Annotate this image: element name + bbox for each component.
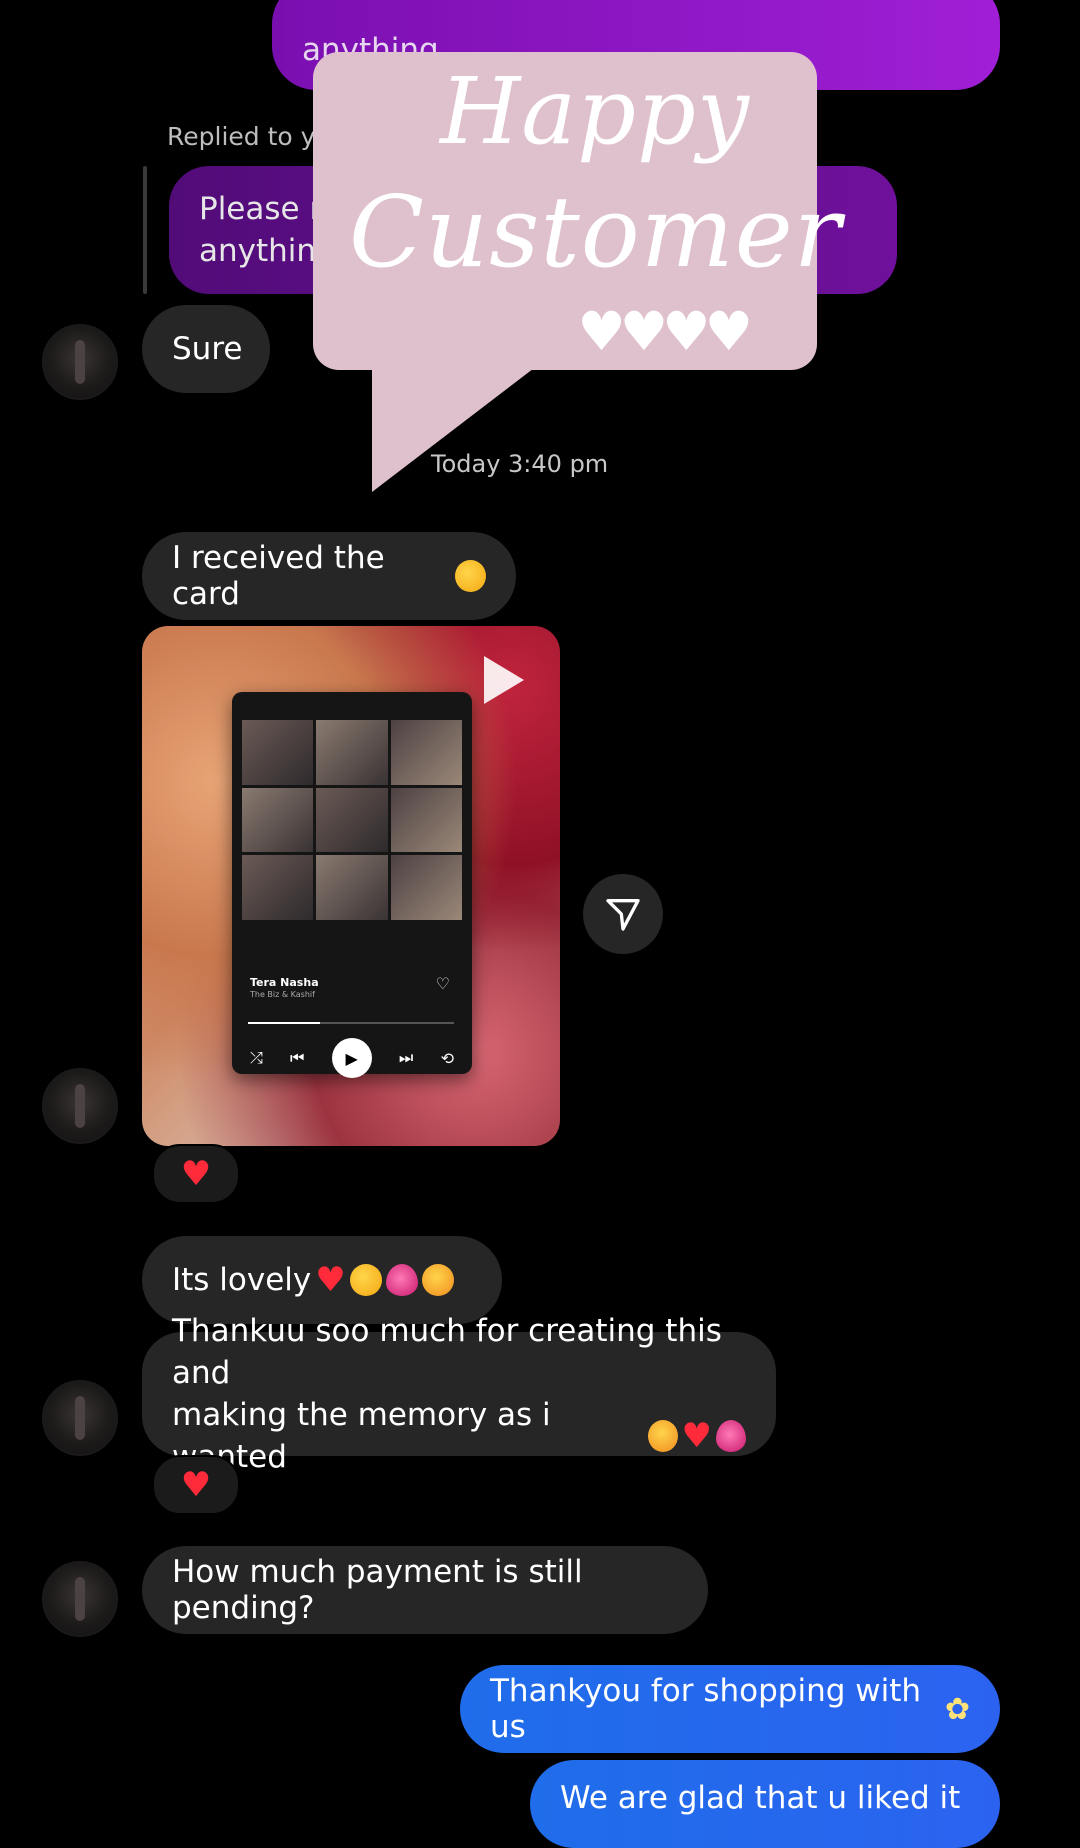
replied-to-label: Replied to yo <box>167 122 331 151</box>
smiling-hearts-emoji-icon <box>421 1264 454 1296</box>
received-message-payment[interactable]: How much payment is still pending? <box>142 1546 708 1634</box>
hugging-emoji-icon <box>349 1264 382 1296</box>
sent-message-glad-text: We are glad that u liked it <box>560 1780 961 1816</box>
heart-outline-icon: ♡ <box>435 974 450 993</box>
received-message-sure[interactable]: Sure <box>142 305 270 393</box>
song-title: Tera Nasha <box>250 976 319 989</box>
received-message-card-text: I received the card <box>172 540 385 612</box>
paper-plane-icon <box>606 899 640 931</box>
song-progress-bar <box>248 1022 454 1024</box>
heart-reaction[interactable]: ♥ <box>152 1455 240 1515</box>
reply-quote-bar <box>143 166 147 294</box>
received-message-lovely-text: Its lovely <box>172 1262 312 1298</box>
next-icon: ⏭ <box>398 1048 414 1067</box>
sent-message-thanks-shopping[interactable]: Thankyou for shopping with us ✿ <box>460 1665 1000 1753</box>
heart-reaction-icon: ♥ <box>180 1154 212 1194</box>
video-message[interactable]: Tera Nasha The Biz & Kashif ♡ ⤮ ⏮ ▶ ⏭ ⟲ <box>142 626 560 1146</box>
heart-reaction-icon: ♥ <box>180 1465 212 1505</box>
avatar[interactable] <box>42 1380 118 1456</box>
avatar[interactable] <box>42 324 118 400</box>
sticker-hearts: ♥♥♥♥ <box>577 300 753 363</box>
received-message-payment-text: How much payment is still pending? <box>172 1554 583 1626</box>
player-controls: ⤮ ⏮ ▶ ⏭ ⟲ <box>250 1038 454 1078</box>
flower-emoji-icon: ✿ <box>944 1691 970 1727</box>
sent-message-glad[interactable]: We are glad that u liked it <box>530 1760 1000 1848</box>
avatar[interactable] <box>42 1561 118 1637</box>
red-heart-emoji-icon: ♥ <box>315 1260 346 1300</box>
previous-icon: ⏮ <box>290 1048 305 1067</box>
happy-customer-sticker: Happy Customer ♥♥♥♥ <box>313 52 841 370</box>
two-hearts-emoji-icon <box>716 1420 746 1452</box>
photo-collage <box>242 720 462 920</box>
thanks-line2: making the memory as i wanted <box>172 1397 551 1475</box>
thanks-line1: Thankuu soo much for creating this and <box>172 1313 722 1391</box>
hugging-emoji-icon <box>455 560 486 592</box>
timestamp: Today 3:40 pm <box>431 450 609 478</box>
song-artist: The Biz & Kashif <box>250 990 315 999</box>
two-hearts-emoji-icon <box>385 1264 418 1296</box>
music-card: Tera Nasha The Biz & Kashif ♡ ⤮ ⏮ ▶ ⏭ ⟲ <box>232 692 472 1078</box>
received-message-thanks[interactable]: Thankuu soo much for creating this and m… <box>142 1313 776 1475</box>
sticker-line-happy: Happy <box>440 58 750 165</box>
shuffle-icon: ⤮ <box>250 1048 263 1067</box>
repeat-icon: ⟲ <box>440 1048 454 1068</box>
red-heart-emoji-icon: ♥ <box>681 1416 713 1456</box>
received-message-card[interactable]: I received the card <box>142 532 516 620</box>
play-icon[interactable] <box>484 656 524 704</box>
received-message-sure-text: Sure <box>172 331 243 367</box>
play-button-icon: ▶ <box>331 1038 372 1078</box>
avatar[interactable] <box>42 1068 118 1144</box>
heart-reaction[interactable]: ♥ <box>152 1144 240 1204</box>
sent-message-thanks-shopping-text: Thankyou for shopping with us <box>490 1673 922 1745</box>
sticker-line-customer: Customer <box>349 176 842 290</box>
share-button[interactable] <box>583 874 663 954</box>
smiling-hearts-emoji-icon <box>647 1420 678 1452</box>
